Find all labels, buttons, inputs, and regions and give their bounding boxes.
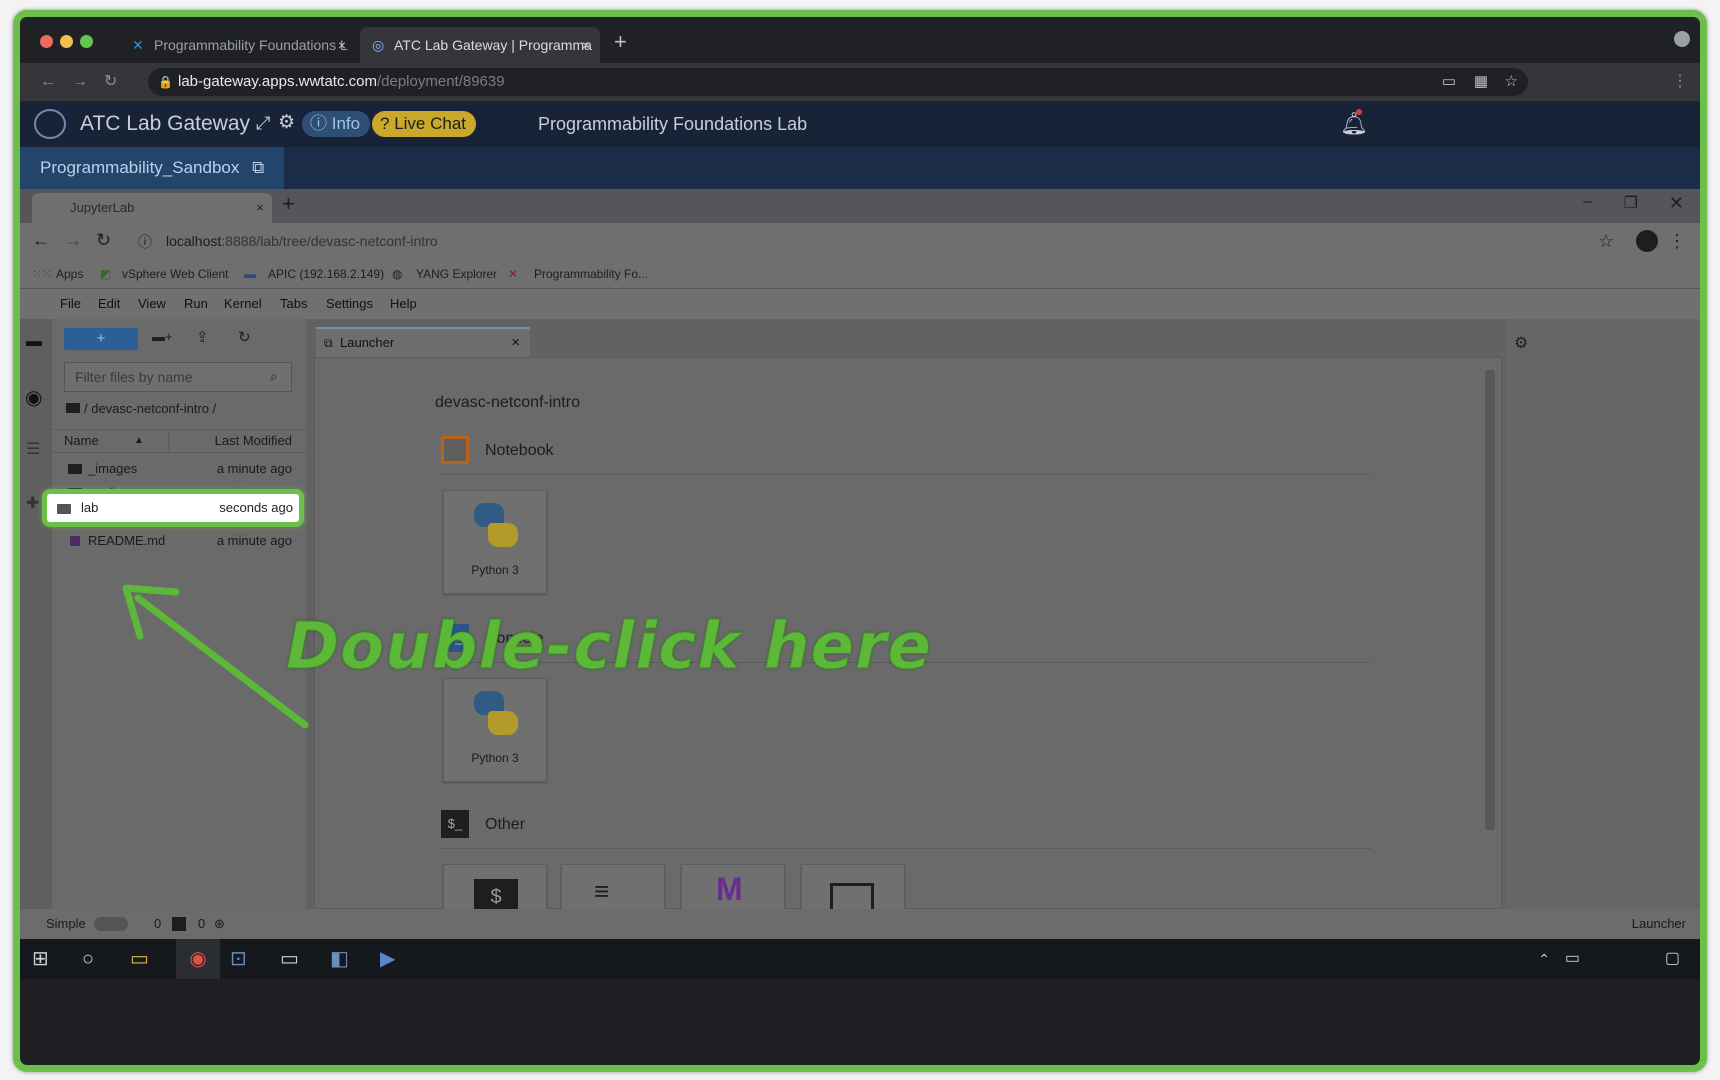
annotation-text: Double-click here [286, 610, 932, 685]
annotation-arrow-icon [122, 584, 309, 729]
